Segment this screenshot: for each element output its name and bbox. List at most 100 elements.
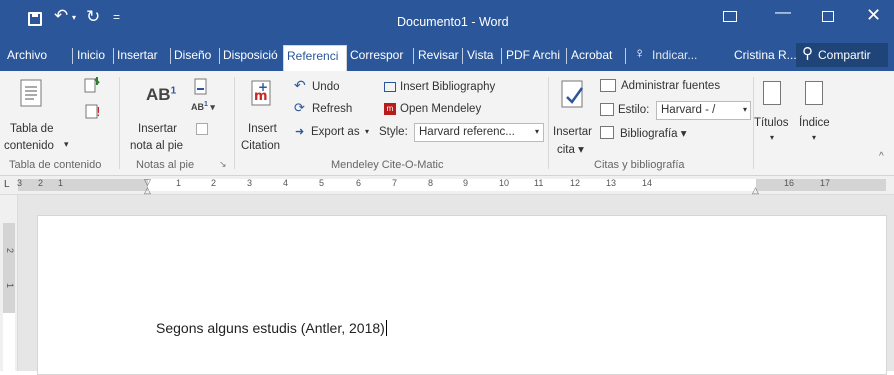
save-icon[interactable]: [28, 12, 42, 26]
undo-icon[interactable]: ↶: [54, 6, 68, 26]
ruler-mark: 12: [570, 178, 581, 188]
insertar-cita-line1: Insertar: [553, 126, 592, 138]
refresh-icon: ⟳: [294, 100, 305, 115]
insert-caption-icon: [763, 81, 781, 105]
toc-button[interactable]: Tabla de contenido ▾: [4, 77, 70, 155]
share-button[interactable]: ⚲ Compartir: [796, 43, 888, 67]
horizontal-ruler[interactable]: L ▽ △ △ 3 2 1 1 2 3 4 5 6 7 8 9 10 11 12 13 14 16 17: [0, 176, 894, 195]
tab-vista[interactable]: Vista: [467, 48, 493, 62]
insert-bibliography-button[interactable]: Insert Bibliography: [384, 80, 514, 96]
open-mendeley-button[interactable]: m Open Mendeley: [384, 102, 514, 118]
mendeley-citation-icon: m +: [251, 80, 271, 106]
close-button[interactable]: ✕: [866, 5, 881, 26]
estilo-dropdown-icon: ▾: [742, 105, 747, 114]
ribbon-referencias: Tabla de contenido ▾ ! Tabla de contenid…: [0, 71, 894, 176]
estilo-icon: [600, 103, 614, 116]
tab-revisar[interactable]: Revisar: [418, 48, 459, 62]
bibliography-icon: [384, 82, 396, 92]
bibliografia-button[interactable]: Bibliografía ▾: [600, 125, 720, 142]
refresh-button[interactable]: ⟳ Refresh: [292, 100, 362, 118]
refresh-label: Refresh: [312, 103, 353, 115]
ruler-mark: 2: [38, 178, 44, 188]
ruler-mark: 17: [820, 178, 831, 188]
document-text[interactable]: Segons alguns estudis (Antler, 2018): [156, 320, 387, 336]
insert-citation-line2: Citation: [241, 140, 280, 152]
ruler-mark: 11: [534, 178, 544, 188]
insert-citation-button[interactable]: m + Insert Citation: [239, 77, 289, 157]
indice-button[interactable]: Índice ▾: [796, 77, 836, 157]
ruler-mark: 2: [211, 178, 217, 188]
table-of-contents-icon: [20, 79, 42, 107]
vruler-margin: [3, 223, 15, 313]
vruler-mark-1: 1: [5, 283, 15, 289]
indice-label: Índice: [799, 117, 830, 129]
group-label-toc: Tabla de contenido: [9, 159, 102, 171]
insert-footnote-button[interactable]: AB1 Insertar nota al pie: [124, 77, 190, 155]
ruler-mark: 16: [784, 178, 795, 188]
toc-dropdown-icon: ▾: [64, 139, 69, 149]
tab-diseno[interactable]: Diseño: [174, 48, 211, 62]
style-select[interactable]: Harvard referenc... ▾: [414, 123, 544, 142]
insert-endnote-icon[interactable]: [193, 78, 209, 96]
add-text-icon[interactable]: [82, 77, 100, 95]
ribbon-display-icon[interactable]: [723, 11, 737, 22]
tell-me-input[interactable]: Indicar...: [652, 48, 697, 62]
ruler-mark: 1: [176, 178, 182, 188]
undo-mendeley-button[interactable]: ↶ Undo: [292, 77, 362, 96]
maximize-button[interactable]: [822, 11, 834, 22]
footnote-icon: AB1: [146, 85, 177, 104]
group-label-notes: Notas al pie: [136, 159, 195, 171]
tab-archivo[interactable]: Archivo: [7, 48, 47, 62]
tab-acrobat[interactable]: Acrobat: [571, 48, 612, 62]
tab-inicio[interactable]: Inicio: [77, 48, 105, 62]
collapse-ribbon-icon[interactable]: ^: [879, 151, 884, 162]
redo-icon[interactable]: ↻: [86, 7, 100, 27]
style-select-value: Harvard referenc...: [419, 126, 515, 138]
ruler-mark: 14: [642, 178, 653, 188]
tab-insertar[interactable]: Insertar: [117, 48, 158, 62]
indice-dropdown-icon: ▾: [812, 133, 817, 142]
open-mendeley-label: Open Mendeley: [400, 103, 482, 115]
footnote-label-line1: Insertar: [138, 123, 177, 135]
dialog-launcher-icon[interactable]: ↘: [219, 159, 227, 170]
customize-qat-icon[interactable]: =: [113, 10, 120, 24]
minimize-button[interactable]: —: [775, 4, 791, 22]
group-label-mendeley: Mendeley Cite-O-Matic: [331, 159, 444, 171]
insert-index-icon: [805, 81, 823, 105]
ruler-mark: 3: [247, 178, 253, 188]
export-dropdown-icon: ▾: [365, 127, 370, 136]
style-dropdown-icon: ▾: [534, 127, 539, 136]
ruler-mark: 4: [283, 178, 289, 188]
toc-label-line1: Tabla de: [10, 123, 54, 135]
lightbulb-icon: ♀: [634, 45, 646, 62]
user-name[interactable]: Cristina R...: [734, 48, 797, 62]
estilo-select[interactable]: Harvard - / ▾: [656, 101, 751, 120]
undo-dropdown-icon[interactable]: ▾: [72, 13, 76, 22]
titulos-button[interactable]: Títulos ▾: [754, 77, 794, 157]
document-page[interactable]: Segons alguns estudis (Antler, 2018): [37, 215, 887, 375]
vruler-content: [3, 313, 15, 371]
undo-mendeley-label: Undo: [312, 81, 340, 93]
update-table-icon[interactable]: !: [84, 102, 102, 120]
estilo-select-value: Harvard - /: [661, 104, 716, 116]
tab-pdf-archi[interactable]: PDF Archi: [506, 48, 560, 62]
manage-sources-label: Administrar fuentes: [621, 80, 721, 92]
svg-text:+: +: [258, 80, 268, 94]
show-notes-icon[interactable]: [196, 123, 208, 135]
vertical-ruler[interactable]: 2 1: [0, 195, 18, 371]
titulos-dropdown-icon: ▾: [770, 133, 775, 142]
undo-arrow-icon: ↶: [294, 77, 306, 93]
insert-bibliography-label: Insert Bibliography: [400, 81, 496, 93]
tab-referencias-active[interactable]: Referenci: [283, 45, 347, 71]
toc-label-line2: contenido: [4, 140, 54, 152]
manage-sources-button[interactable]: Administrar fuentes: [600, 79, 750, 96]
export-as-button[interactable]: ➜ Export as ▾: [295, 126, 375, 142]
tab-disposicion[interactable]: Disposició: [223, 48, 278, 62]
insertar-cita-button[interactable]: Insertar cita ▾: [552, 77, 598, 157]
ruler-mark: 8: [428, 178, 434, 188]
person-icon: ⚲: [802, 45, 813, 62]
insertar-cita-line2: cita ▾: [557, 144, 584, 156]
tab-correspondencia[interactable]: Correspor: [350, 48, 403, 62]
next-footnote-icon[interactable]: AB1 ▾: [191, 101, 215, 113]
ribbon-tabs: Archivo Inicio Insertar Diseño Disposici…: [0, 40, 894, 71]
